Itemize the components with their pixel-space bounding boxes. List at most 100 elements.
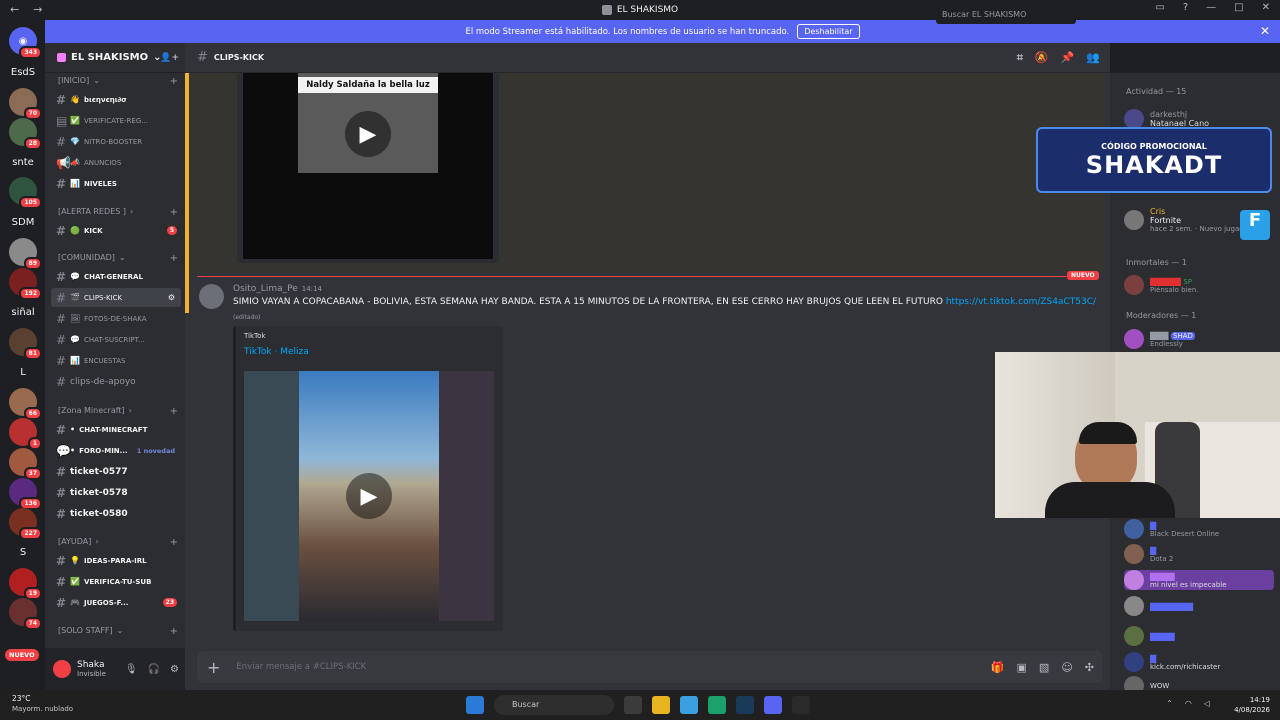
play-icon[interactable]: ▶ xyxy=(345,111,391,157)
channel-verifica-sub[interactable]: # ✅ VERIFICA-TU-SUB xyxy=(51,572,181,591)
channel-ticket-0577[interactable]: # ticket-0577 xyxy=(51,462,181,481)
member-item[interactable]: ▇▇▇▇▇ SP Piénsalo bien. xyxy=(1124,275,1199,295)
guild-item[interactable]: L xyxy=(9,358,37,386)
guild-item[interactable]: 1 xyxy=(9,418,42,450)
edge-icon[interactable] xyxy=(708,696,726,714)
inbox-icon[interactable]: ▭ xyxy=(1155,2,1164,13)
channel-anuncios[interactable]: 📢 📣 ANUNCIOS xyxy=(51,153,181,172)
threads-icon[interactable]: ⌗ xyxy=(1017,51,1023,65)
gift-icon[interactable]: 🎁 xyxy=(991,661,1005,674)
add-channel-icon[interactable]: + xyxy=(170,207,178,218)
copilot-icon[interactable] xyxy=(680,696,698,714)
add-channel-icon[interactable]: + xyxy=(170,626,178,637)
member-item[interactable]: ▇▇▇▇▇▇▇ xyxy=(1124,596,1193,616)
server-header[interactable]: EL SHAKISMO ⌄ 👤+ xyxy=(45,43,185,73)
channel-verificate[interactable]: ▤ ✅ VERIFICATE-REG... xyxy=(51,111,181,130)
add-channel-icon[interactable]: + xyxy=(170,537,178,548)
guild-item[interactable]: SDM xyxy=(9,208,37,236)
guild-item[interactable]: 66 xyxy=(9,388,42,420)
add-channel-icon[interactable]: + xyxy=(170,253,178,264)
weather-widget[interactable]: 23°C Mayorm. nublado xyxy=(12,694,73,714)
back-icon[interactable]: ← xyxy=(10,3,19,16)
volume-icon[interactable]: ◁ xyxy=(1204,699,1210,708)
steam-icon[interactable] xyxy=(736,696,754,714)
guild-item[interactable]: 89 xyxy=(9,238,42,270)
clock[interactable]: 14:19 4/08/2026 xyxy=(1234,695,1270,715)
guild-item[interactable]: 136 xyxy=(9,478,42,510)
avatar[interactable] xyxy=(199,284,224,309)
channel-foro-min[interactable]: 💬 • FORO-MIN... 1 novedad xyxy=(51,441,181,460)
chevron-up-icon[interactable]: ⌃ xyxy=(1166,699,1173,708)
guild-item[interactable]: S xyxy=(9,538,37,566)
channel-juegos[interactable]: # 🎮 JUEGOS-F... 23 xyxy=(51,593,181,612)
play-icon[interactable]: ▶ xyxy=(346,473,392,519)
member-item[interactable]: Cris Fortnite hace 2 sem. · Nuevo jugador xyxy=(1124,207,1251,233)
channel-clips-kick[interactable]: # 🎬 CLIPS-KICK ⚙ xyxy=(51,288,181,307)
gif-icon[interactable]: ▣ xyxy=(1017,661,1027,674)
microphone-icon[interactable]: 🎙 xyxy=(125,664,138,675)
activity-header[interactable]: Actividad — 15 xyxy=(1126,87,1186,96)
add-channel-icon[interactable]: + xyxy=(170,406,178,417)
members-icon[interactable]: 👥 xyxy=(1086,51,1100,65)
channel-encuestas[interactable]: # 📊 ENCUESTAS xyxy=(51,351,181,370)
channel-niveles[interactable]: # 📊 NIVELES xyxy=(51,174,181,193)
member-item[interactable]: ▇▇▇▇ mi nivel es impecable xyxy=(1124,570,1274,590)
guild-item[interactable]: 70 xyxy=(9,88,42,120)
video-player-2[interactable]: ▶ xyxy=(244,371,494,621)
guild-item[interactable]: 81 xyxy=(9,328,42,360)
home-button[interactable]: ◉ 343 xyxy=(9,27,42,59)
guild-item[interactable]: 74 xyxy=(9,598,42,630)
add-attachment-icon[interactable]: + xyxy=(207,658,220,677)
sticker-icon[interactable]: ▧ xyxy=(1039,661,1049,674)
guild-item[interactable]: 28 xyxy=(9,118,42,150)
guild-item[interactable]: 105 xyxy=(9,177,42,209)
member-item[interactable]: ▇▇▇ SHAD Endlessly xyxy=(1124,329,1195,349)
channel-kick[interactable]: # 🟢 KICK 5 xyxy=(51,221,181,240)
category-staff[interactable]: [SOLO STAFF] ⌄ + xyxy=(58,626,178,637)
category-comunidad[interactable]: [COMUNIDAD] ⌄ + xyxy=(58,253,178,264)
category-inicio[interactable]: [INICIO] ⌄ + xyxy=(58,76,178,87)
apps-icon[interactable]: ✣ xyxy=(1085,661,1094,674)
channel-bienvenido[interactable]: # 👋 bιєηνєηι∂σ xyxy=(51,90,181,109)
maximize-icon[interactable]: □ xyxy=(1234,2,1243,13)
category-alerta[interactable]: [ALERTA REDES ] › + xyxy=(58,207,178,218)
channel-settings-icon[interactable]: ⚙ xyxy=(168,293,175,302)
file-explorer-icon[interactable] xyxy=(652,696,670,714)
guild-item[interactable]: EsdS xyxy=(9,58,37,86)
message-author[interactable]: Osito_Lima_Pe 14:14 xyxy=(233,284,322,294)
message-input[interactable]: Enviar mensaje a #CLIPS-KICK xyxy=(236,662,366,672)
channel-chat-minecraft[interactable]: # • CHAT-MINECRAFT xyxy=(51,420,181,439)
mute-icon[interactable]: 🔕 xyxy=(1035,51,1049,65)
channel-ticket-0578[interactable]: # ticket-0578 xyxy=(51,483,181,502)
video-player-1[interactable]: Naldy Saldaña la bella luz ▶ xyxy=(243,73,493,259)
minimize-icon[interactable]: — xyxy=(1206,2,1216,13)
close-banner-icon[interactable]: ✕ xyxy=(1260,24,1270,38)
member-item[interactable]: ▇ Dota 2 xyxy=(1124,544,1173,564)
obs-icon[interactable] xyxy=(792,696,810,714)
avatar[interactable] xyxy=(53,660,71,678)
add-channel-icon[interactable]: + xyxy=(170,76,178,87)
forward-icon[interactable]: → xyxy=(33,3,42,16)
member-item[interactable]: ▇ Black Desert Online xyxy=(1124,519,1219,539)
help-icon[interactable]: ? xyxy=(1183,2,1188,13)
guild-item[interactable]: 19 xyxy=(9,568,42,600)
wifi-icon[interactable]: ◠ xyxy=(1185,699,1192,708)
guild-item[interactable]: snte xyxy=(9,148,37,176)
emoji-icon[interactable]: ☺ xyxy=(1061,661,1072,674)
embed-title[interactable]: TikTok · Meliza xyxy=(244,347,309,357)
guild-item[interactable]: siñal xyxy=(9,298,37,326)
channel-nitro[interactable]: # 💎 NITRO-BOOSTER xyxy=(51,132,181,151)
taskbar-search[interactable]: Buscar xyxy=(494,695,614,715)
member-item[interactable]: ▇▇▇▇ xyxy=(1124,626,1175,646)
pin-icon[interactable]: 📌 xyxy=(1061,51,1075,65)
channel-ideas[interactable]: # 💡 IDEAS-PARA-IRL xyxy=(51,551,181,570)
channel-fotos[interactable]: # 🖼 FOTOS-DE-SHAKA xyxy=(51,309,181,328)
guild-item[interactable]: 227 xyxy=(9,508,42,540)
channel-ticket-0580[interactable]: # ticket-0580 xyxy=(51,504,181,523)
guild-item[interactable]: 37 xyxy=(9,448,42,480)
gear-icon[interactable]: ⚙ xyxy=(170,664,179,675)
category-ayuda[interactable]: [AYUDA] › + xyxy=(58,537,178,548)
channel-chat-general[interactable]: # 💬 CHAT-GENERAL xyxy=(51,267,181,286)
headphones-icon[interactable]: 🎧 xyxy=(148,664,160,675)
disable-streamer-button[interactable]: Deshabilitar xyxy=(797,24,860,39)
